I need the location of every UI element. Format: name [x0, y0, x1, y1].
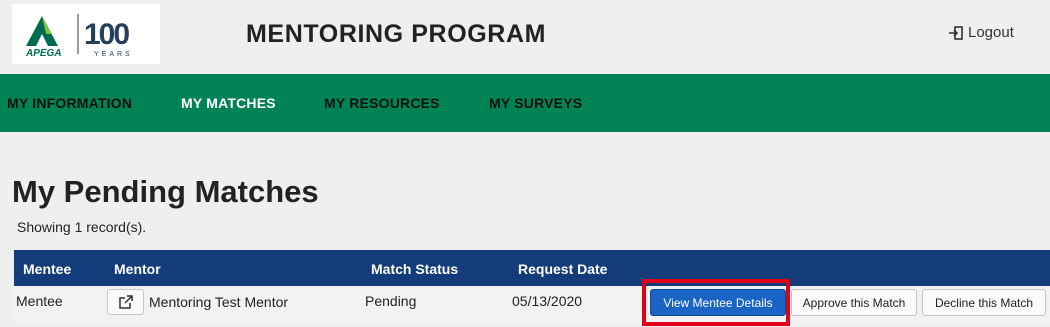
nav-item-my-resources[interactable]: MY RESOURCES: [324, 95, 440, 111]
cell-mentee: Mentee: [16, 293, 63, 309]
external-link-icon: [118, 295, 133, 309]
column-header-request-date: Request Date: [518, 261, 608, 277]
nav-item-my-surveys[interactable]: MY SURVEYS: [489, 95, 582, 111]
svg-text:YEARS: YEARS: [94, 51, 133, 58]
open-mentor-profile-button[interactable]: [107, 289, 144, 315]
logout-label: Logout: [968, 24, 1014, 41]
decline-match-button[interactable]: Decline this Match: [922, 289, 1046, 316]
main-nav: MY INFORMATION MY MATCHES MY RESOURCES M…: [0, 74, 1050, 132]
pending-matches-table: Mentee Mentor Match Status Request Date …: [14, 250, 1050, 326]
view-mentee-details-button[interactable]: View Mentee Details: [650, 289, 786, 316]
nav-item-my-information[interactable]: MY INFORMATION: [7, 95, 132, 111]
cell-request-date: 05/13/2020: [512, 293, 583, 309]
svg-text:100: 100: [84, 18, 129, 51]
table-header: Mentee Mentor Match Status Request Date: [14, 250, 1050, 286]
app-title: MENTORING PROGRAM: [246, 20, 547, 48]
svg-text:APEGA: APEGA: [25, 48, 62, 59]
approve-match-button[interactable]: Approve this Match: [791, 289, 917, 316]
nav-item-my-matches[interactable]: MY MATCHES: [181, 95, 276, 111]
cell-match-status: Pending: [365, 293, 417, 309]
record-count: Showing 1 record(s).: [17, 219, 147, 235]
header: APEGA 100 YEARS MENTORING PROGRAM Logout: [0, 0, 1050, 74]
apega-logo-graphic: APEGA 100 YEARS: [25, 14, 133, 59]
column-header-match-status: Match Status: [371, 261, 459, 277]
logout-link[interactable]: Logout: [948, 24, 1014, 41]
page-title: My Pending Matches: [12, 174, 319, 209]
column-header-mentor: Mentor: [114, 261, 161, 277]
logout-icon: [949, 25, 963, 40]
apega-logo[interactable]: APEGA 100 YEARS: [12, 4, 160, 64]
column-header-mentee: Mentee: [23, 261, 72, 277]
table-row: Mentee Mentoring Test Mentor Pending 05/…: [14, 286, 1050, 326]
cell-mentor: Mentoring Test Mentor: [149, 294, 289, 310]
